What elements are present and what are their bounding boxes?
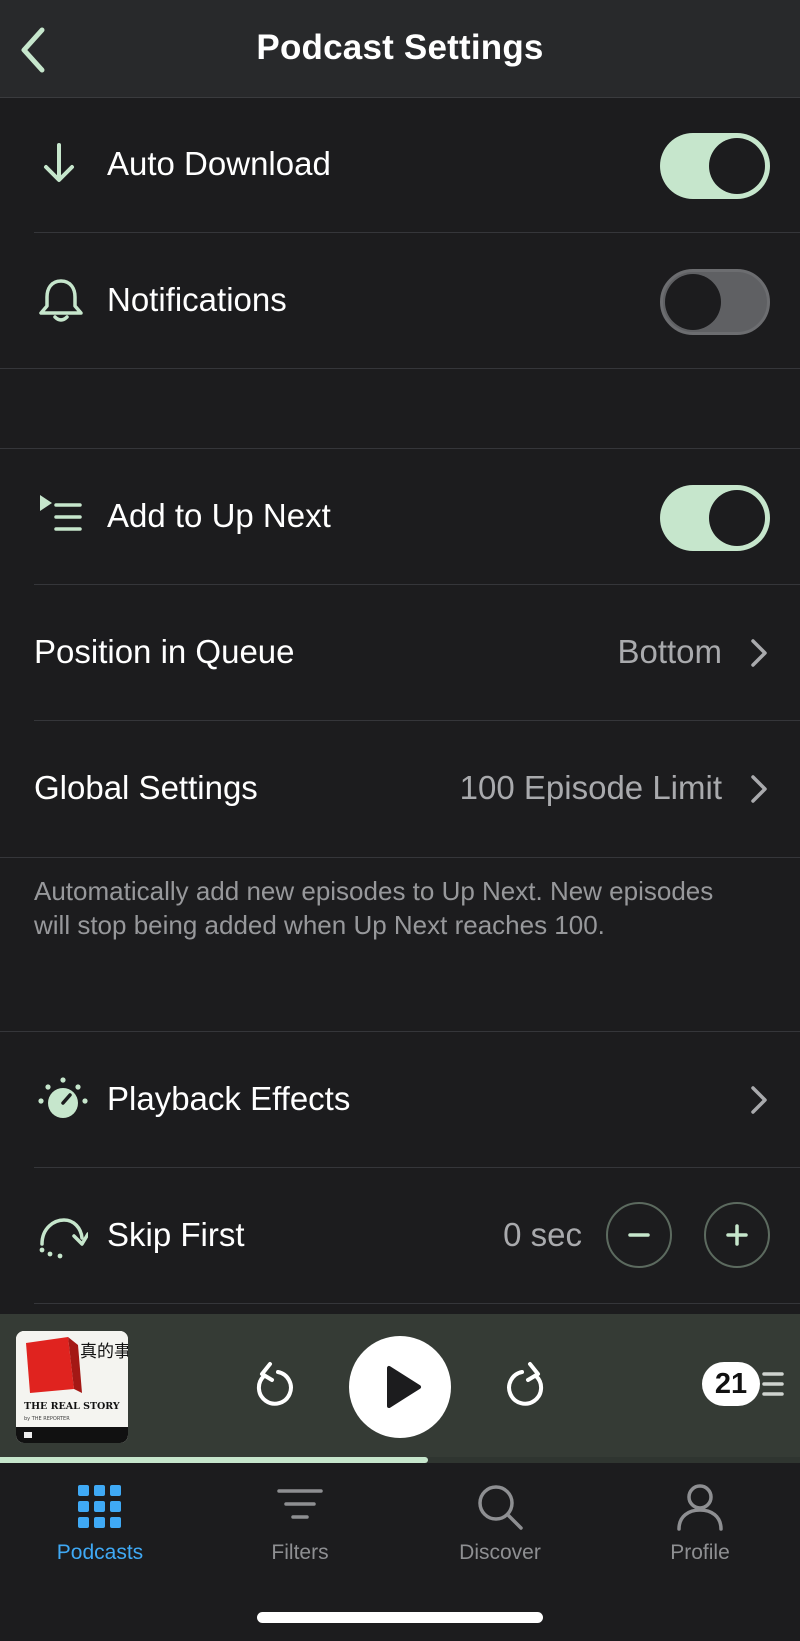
global-settings-label: Global Settings [34,769,258,806]
playback-effects-icon [38,1077,88,1118]
grid-icon [78,1485,121,1528]
play-icon [387,1366,421,1408]
toggle-knob [665,274,721,330]
download-arrow-icon [44,143,74,182]
navigation-bar: Podcast Settings [0,0,800,98]
up-next-description: Automatically add new episodes to Up Nex… [34,876,714,940]
skip-first-icon [39,1218,88,1259]
play-button[interactable] [349,1336,451,1438]
skip-back-button[interactable] [248,1358,296,1414]
tab-profile[interactable]: Profile [600,1483,800,1565]
tab-discover[interactable]: Discover [400,1483,600,1565]
toggle-knob [709,490,765,546]
chevron-right-icon [751,775,767,803]
profile-icon [677,1484,723,1531]
skip-forward-button[interactable] [504,1358,552,1414]
chevron-right-icon [751,1086,767,1114]
auto-download-toggle[interactable] [660,133,770,199]
playback-effects-label: Playback Effects [107,1080,351,1117]
artwork-cjk-title: 真的事 [80,1342,128,1362]
home-indicator [257,1612,543,1623]
position-in-queue-value: Bottom [617,633,722,670]
toggle-knob [709,138,765,194]
search-icon [478,1485,523,1530]
bell-icon [39,279,83,322]
position-in-queue-row[interactable]: Position in Queue Bottom [0,585,800,721]
playback-effects-row[interactable]: Playback Effects [0,1032,800,1168]
skip-first-value: 0 sec [503,1216,582,1253]
artwork-subtitle: by THE REPORTER [24,1416,70,1422]
section-divider [0,368,800,369]
auto-download-label: Auto Download [107,145,331,182]
global-settings-value: 100 Episode Limit [459,769,722,806]
skip-first-increment-button[interactable] [704,1202,770,1268]
add-to-up-next-toggle[interactable] [660,485,770,551]
tab-label: Filters [271,1541,329,1564]
add-to-up-next-row[interactable]: Add to Up Next [0,449,800,585]
artwork-image: 真的事 THE REAL STORY by THE REPORTER [16,1331,128,1443]
tab-label: Podcasts [56,1541,144,1564]
notifications-toggle[interactable] [660,269,770,335]
podcast-artwork[interactable]: 真的事 THE REAL STORY by THE REPORTER [16,1331,128,1443]
filter-icon [277,1489,323,1519]
page-title: Podcast Settings [256,28,544,67]
tab-podcasts[interactable]: Podcasts [0,1483,200,1565]
position-in-queue-label: Position in Queue [34,633,295,670]
section-divider [0,857,800,858]
plus-icon [726,1224,748,1246]
up-next-list-icon[interactable] [760,1368,786,1400]
tab-label: Discover [459,1541,541,1564]
notifications-label: Notifications [107,281,287,318]
skip-first-decrement-button[interactable] [606,1202,672,1268]
up-next-count-badge[interactable]: 21 [702,1362,760,1406]
auto-download-row[interactable]: Auto Download [0,97,800,233]
mini-player[interactable]: 真的事 THE REAL STORY by THE REPORTER 21 [0,1314,800,1462]
artwork-title: THE REAL STORY [24,1401,120,1412]
add-to-up-next-label: Add to Up Next [107,497,331,534]
skip-first-label: Skip First [107,1216,245,1253]
divider [34,1303,800,1304]
tab-label: Profile [670,1541,730,1564]
tab-filters[interactable]: Filters [200,1483,400,1565]
skip-first-row: Skip First 0 sec [0,1168,800,1304]
notifications-row[interactable]: Notifications [0,233,800,369]
up-next-queue-icon [40,495,82,531]
global-settings-row[interactable]: Global Settings 100 Episode Limit [0,721,800,857]
chevron-right-icon [751,639,767,667]
minus-icon [628,1233,650,1237]
